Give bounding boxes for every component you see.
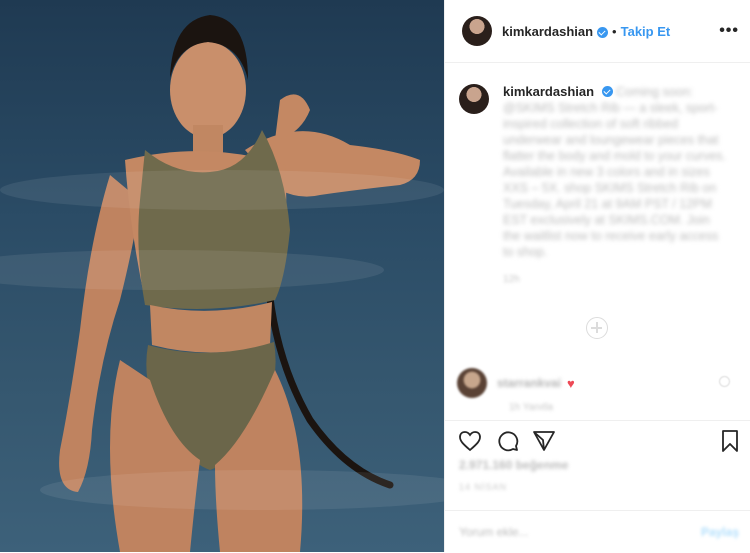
verified-icon [597, 26, 609, 38]
comment-meta[interactable]: 1h Yanıtla [509, 402, 553, 413]
comment-like-icon[interactable] [719, 376, 730, 387]
post-side-panel: kimkardashian • Takip Et ••• kimkardashi… [444, 0, 750, 552]
caption-text: Coming soon: @SKIMS Stretch Rib — a slee… [503, 85, 727, 259]
verified-icon [601, 86, 613, 97]
action-bar [445, 420, 750, 461]
share-icon[interactable] [532, 429, 556, 453]
heart-emoji-icon: ♥ [567, 375, 575, 391]
follow-button[interactable]: Takip Et [621, 24, 671, 39]
comment-input[interactable]: Yorum ekle... [459, 525, 529, 539]
more-options-button[interactable]: ••• [719, 22, 739, 40]
comment-username[interactable]: starrankvai [497, 376, 561, 390]
avatar[interactable] [457, 368, 487, 398]
avatar[interactable] [459, 84, 489, 114]
add-comment-bar: Yorum ekle... Paylaş [445, 510, 750, 553]
post-header: kimkardashian • Takip Et ••• [445, 0, 750, 63]
header-username[interactable]: kimkardashian [502, 24, 593, 39]
caption: kimkardashian Coming soon: @SKIMS Stretc… [459, 84, 739, 288]
comment-icon[interactable] [496, 429, 520, 453]
caption-timestamp: 12h [503, 274, 520, 285]
bookmark-icon[interactable] [718, 429, 742, 453]
add-comments-icon[interactable] [586, 317, 608, 339]
caption-body: kimkardashian Coming soon: @SKIMS Stretc… [503, 84, 728, 288]
heart-icon[interactable] [458, 429, 482, 453]
comment-item: starrankvai ♥ [457, 368, 742, 398]
post-comment-button[interactable]: Paylaş [701, 525, 739, 539]
caption-username[interactable]: kimkardashian [503, 84, 594, 99]
wave-decoration [0, 170, 444, 210]
separator-dot: • [612, 23, 617, 39]
likes-count[interactable]: 2.971.160 beğenme [459, 458, 568, 472]
avatar[interactable] [462, 16, 492, 46]
post-date: 14 NİSAN [459, 482, 508, 492]
post-photo[interactable] [0, 0, 444, 552]
